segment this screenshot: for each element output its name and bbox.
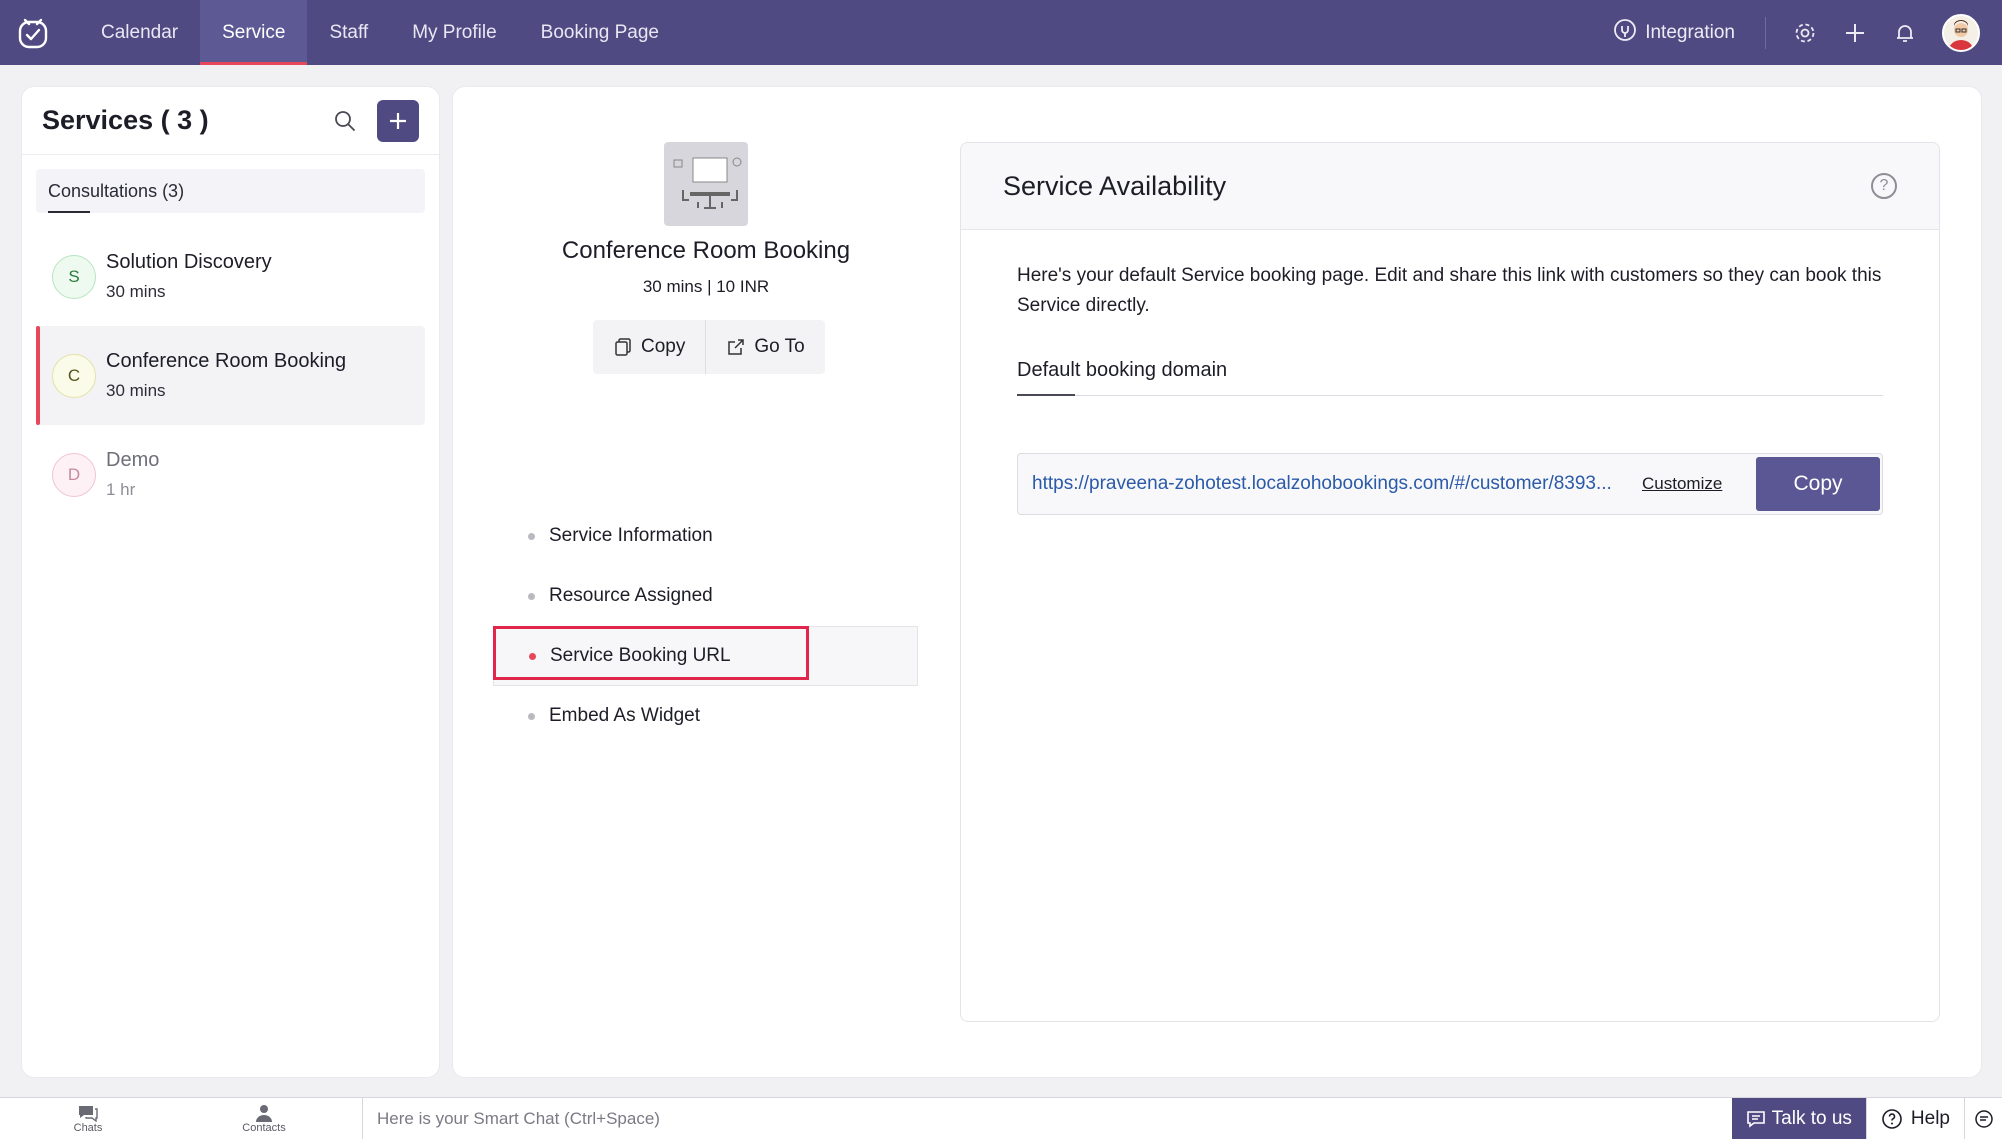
copy-url-button[interactable]: Copy [1756,457,1880,511]
integration-label: Integration [1645,21,1735,43]
service-name: Demo [106,449,160,471]
copy-service-button[interactable]: Copy [593,320,705,374]
availability-description: Here's your default Service booking page… [1017,265,1882,316]
service-list: S Solution Discovery 30 mins C Conferenc… [22,227,439,524]
help-label: Help [1910,1107,1950,1129]
booking-url-box: https://praveena-zohotest.localzohobooki… [1017,453,1883,515]
menu-label: Embed As Widget [549,705,701,726]
menu-service-information[interactable]: Service Information [493,506,918,566]
bullet-dot [528,532,535,540]
main-nav: Calendar Service Staff My Profile Bookin… [79,0,681,65]
app-logo-icon[interactable] [0,0,65,65]
service-actions: Copy Go To [593,320,825,374]
search-icon[interactable] [331,107,359,135]
service-name: Solution Discovery [106,251,272,273]
goto-service-button[interactable]: Go To [705,320,824,374]
chats-tab[interactable]: Chats [0,1098,176,1139]
integration-button[interactable]: Integration [1613,18,1735,48]
talk-label: Talk to us [1771,1107,1852,1129]
service-duration: 30 mins [106,282,166,301]
message-icon [1746,1110,1765,1128]
chat-bubble-icon [79,1105,98,1122]
service-item-solution-discovery[interactable]: S Solution Discovery 30 mins [36,227,425,326]
help-button[interactable]: Help [1865,1097,1964,1139]
add-service-button[interactable] [377,99,419,142]
nav-calendar[interactable]: Calendar [79,0,200,65]
feedback-icon[interactable] [1964,1097,2002,1139]
customize-link[interactable]: Customize [1642,474,1722,494]
availability-header: Service Availability ? [961,143,1939,230]
service-detail-menu: Service Information Resource Assigned Se… [493,506,918,746]
user-avatar[interactable] [1942,13,1980,52]
chats-label: Chats [73,1121,103,1134]
booking-url-link[interactable]: https://praveena-zohotest.localzohobooki… [1018,473,1618,495]
help-question-icon[interactable]: ? [1871,173,1897,199]
services-title: Services ( 3 ) [42,105,209,135]
conference-room-image [664,142,748,226]
bullet-dot [528,592,535,600]
tab-default-booking-domain[interactable]: Default booking domain [1017,359,1227,382]
service-title: Conference Room Booking [561,237,851,264]
menu-label: Resource Assigned [549,585,713,606]
help-circle-icon [1882,1108,1902,1129]
service-meta: 30 mins | 10 INR [642,277,770,296]
service-duration: 1 hr [106,480,136,499]
service-availability-card: Service Availability ? Here's your defau… [960,142,1940,1022]
nav-booking-page[interactable]: Booking Page [519,0,681,65]
service-avatar: C [52,353,96,398]
bullet-dot [528,712,535,720]
service-duration: 30 mins [106,381,166,400]
menu-label: Service Information [549,525,713,546]
service-avatar: D [52,452,96,497]
menu-label: Service Booking URL [550,645,731,666]
services-header: Services ( 3 ) [22,87,439,155]
top-navigation-bar: Calendar Service Staff My Profile Bookin… [0,0,2002,65]
service-avatar: S [52,254,96,299]
menu-embed-as-widget[interactable]: Embed As Widget [493,686,918,746]
nav-my-profile[interactable]: My Profile [390,0,518,65]
menu-service-booking-url[interactable]: Service Booking URL [493,626,918,686]
services-sidebar: Services ( 3 ) Consultations (3) S Solut… [22,87,439,1077]
plus-icon [390,112,406,129]
menu-resource-assigned[interactable]: Resource Assigned [493,566,918,626]
service-name: Conference Room Booking [106,350,347,372]
contact-person-icon [256,1104,272,1122]
bullet-dot [529,652,536,660]
integration-icon [1613,18,1637,48]
tab-consultations[interactable]: Consultations (3) [36,169,425,213]
goto-label: Go To [754,336,805,357]
settings-gear-icon[interactable] [1792,20,1818,46]
topbar-divider [1765,16,1766,49]
smart-chat-input[interactable]: Here is your Smart Chat (Ctrl+Space) [363,1109,1732,1129]
external-link-icon [728,339,745,355]
service-item-demo[interactable]: D Demo 1 hr [36,425,425,524]
nav-service[interactable]: Service [200,0,308,65]
tab-active-indicator [1017,394,1075,396]
availability-title: Service Availability [1003,170,1227,201]
talk-to-us-button[interactable]: Talk to us [1731,1097,1866,1139]
contacts-tab[interactable]: Contacts [176,1098,352,1139]
service-detail-panel: Conference Room Booking 30 mins | 10 INR… [453,87,1981,1077]
notification-bell-icon[interactable] [1892,20,1918,46]
add-plus-icon[interactable] [1842,20,1868,46]
contacts-label: Contacts [242,1121,286,1134]
copy-label: Copy [641,336,686,357]
service-item-conference-room-booking[interactable]: C Conference Room Booking 30 mins [36,326,425,425]
bottom-bar: Chats Contacts Here is your Smart Chat (… [0,1097,2002,1139]
topbar-actions: Integration [1613,0,2002,65]
tab-divider [1017,395,1883,396]
copy-icon [615,338,631,356]
nav-staff[interactable]: Staff [307,0,390,65]
